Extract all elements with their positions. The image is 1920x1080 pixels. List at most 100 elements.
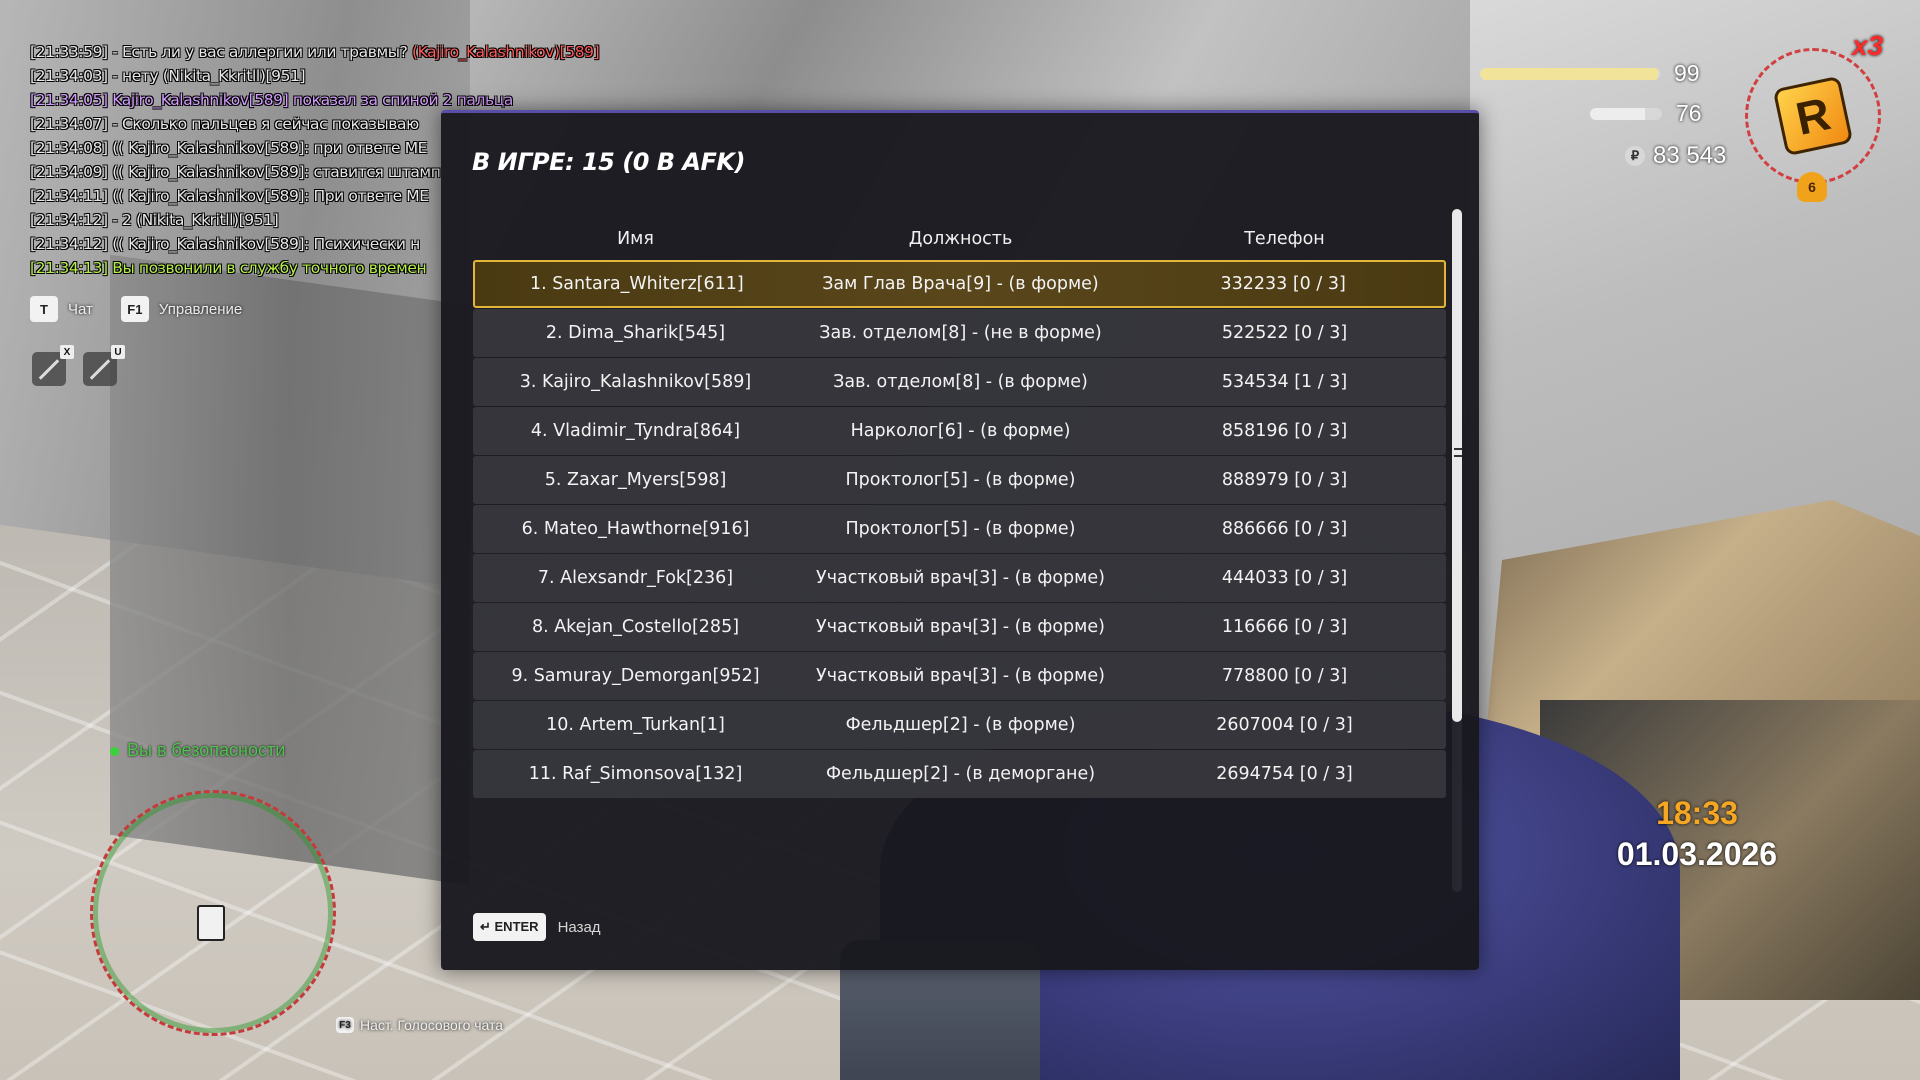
money-row: ₽ 83 543 xyxy=(1625,142,1726,170)
panel-footer: ↵ ENTER Назад xyxy=(473,913,601,941)
coin-icon: ₽ xyxy=(1625,146,1645,166)
multiplier-badge: x3 xyxy=(1852,30,1884,61)
chat-segment: [21:34:05] Kajiro_Kalashnikov[589] показ… xyxy=(30,91,513,109)
chat-segment: [21:33:59] - Есть ли у вас аллергии или … xyxy=(30,43,412,61)
member-phone: 522522 [0 / 3] xyxy=(1221,323,1348,343)
member-row[interactable]: 7. Alexsandr_Fok[236] Участковый врач[3] … xyxy=(473,554,1446,602)
enter-key-button[interactable]: ↵ ENTER xyxy=(473,913,546,941)
member-name: 7. Alexsandr_Fok[236] xyxy=(537,568,734,588)
key-hints: T Чат F1 Управление xyxy=(30,296,260,322)
member-row[interactable]: 6. Mateo_Hawthorne[916] Проктолог[5] - (в… xyxy=(473,505,1446,553)
member-row[interactable]: 5. Zaxar_Myers[598] Проктолог[5] - (в фор… xyxy=(473,456,1446,504)
member-post: Нарколог[6] - (в форме) xyxy=(850,421,1071,441)
health-bar xyxy=(1480,67,1660,80)
member-name: 2. Dima_Sharik[545] xyxy=(545,323,726,343)
member-name: 1. Santara_Whiterz[611] xyxy=(529,274,744,294)
header-post: Должность xyxy=(908,229,1013,249)
armor-bar xyxy=(1590,107,1662,120)
control-key-label: Управление xyxy=(158,300,243,318)
member-name: 10. Artem_Turkan[1] xyxy=(546,715,725,735)
member-row[interactable]: 8. Akejan_Costello[285] Участковый врач[3… xyxy=(473,603,1446,651)
chat-segment: [21:34:12] (( Kajiro_Kalashnikov[589]: П… xyxy=(30,235,420,253)
scrollbar-thumb[interactable] xyxy=(1452,209,1462,722)
member-post: Проктолог[5] - (в форме) xyxy=(845,519,1076,539)
chat-segment: [21:34:03] - нету (Nikita_Kkritll)[951] xyxy=(30,67,306,85)
chat-segment: [21:34:11] (( Kajiro_Kalashnikov[589]: П… xyxy=(30,187,429,205)
member-row[interactable]: 3. Kajiro_Kalashnikov[589] Зав. отделом[8… xyxy=(473,358,1446,406)
member-name: 4. Vladimir_Tyndra[864] xyxy=(530,421,741,441)
member-row[interactable]: 2. Dima_Sharik[545] Зав. отделом[8] - (не… xyxy=(473,309,1446,357)
voice-label: Наст. Голосового чата xyxy=(360,1017,504,1033)
clock-date: 01.03.2026 xyxy=(1616,836,1778,872)
member-phone: 778800 [0 / 3] xyxy=(1221,666,1348,686)
health-row: 99 xyxy=(1480,60,1700,87)
member-phone: 858196 [0 / 3] xyxy=(1221,421,1348,441)
mic-key: X xyxy=(60,345,74,359)
member-post: Участковый врач[3] - (в форме) xyxy=(816,617,1105,637)
online-members-panel: В ИГРЕ: 15 (0 В AFK) Имя Должность Телеф… xyxy=(441,110,1479,970)
chat-line: [21:33:59] - Есть ли у вас аллергии или … xyxy=(30,40,670,64)
chat-line: [21:34:03] - нету (Nikita_Kkritll)[951] xyxy=(30,64,670,88)
chat-line: [21:34:05] Kajiro_Kalashnikov[589] показ… xyxy=(30,88,670,112)
voice-key[interactable]: F3 xyxy=(336,1017,354,1033)
member-post: Зав. отделом[8] - (в форме) xyxy=(833,372,1088,392)
chat-segment: [21:34:08] (( Kajiro_Kalashnikov[589]: п… xyxy=(30,139,428,157)
minimap xyxy=(90,790,336,1036)
chat-segment: [21:34:13] Вы позвонили в службу точного… xyxy=(30,259,427,277)
pen-muted-icon[interactable]: U xyxy=(83,345,125,386)
header-phone: Телефон xyxy=(1244,229,1325,249)
safezone-text: Вы в безопасности xyxy=(127,740,286,760)
scrollbar-grip-icon xyxy=(1454,448,1462,457)
safezone-status: Вы в безопасности xyxy=(110,740,285,761)
member-row[interactable]: 1. Santara_Whiterz[611] Зам Глав Врача[9]… xyxy=(473,260,1446,308)
member-phone: 116666 [0 / 3] xyxy=(1221,617,1348,637)
server-logo-ring: R xyxy=(1745,48,1881,184)
voice-hint: F3 Наст. Голосового чата xyxy=(336,1017,503,1033)
header-name: Имя xyxy=(617,229,654,249)
chat-key-label: Чат xyxy=(68,300,93,318)
member-name: 9. Samuray_Demorgan[952] xyxy=(511,666,760,686)
player-marker-icon xyxy=(197,905,225,941)
pen-key: U xyxy=(111,345,125,359)
control-key[interactable]: F1 xyxy=(120,296,149,322)
member-row[interactable]: 10. Artem_Turkan[1] Фельдшер[2] - (в форм… xyxy=(473,701,1446,749)
member-post: Проктолог[5] - (в форме) xyxy=(845,470,1076,490)
member-phone: 332233 [0 / 3] xyxy=(1220,274,1346,294)
armor-value: 76 xyxy=(1676,100,1702,126)
health-value: 99 xyxy=(1674,60,1700,86)
server-logo-icon: R xyxy=(1772,75,1854,157)
mic-muted-icon[interactable]: X xyxy=(32,345,74,386)
chat-key[interactable]: T xyxy=(30,296,58,322)
armor-fill xyxy=(1590,107,1645,120)
health-fill xyxy=(1480,67,1659,80)
member-phone: 534534 [1 / 3] xyxy=(1221,372,1348,392)
members-list: 1. Santara_Whiterz[611] Зам Глав Врача[9]… xyxy=(473,256,1448,1001)
member-name: 11. Raf_Simonsova[132] xyxy=(528,764,743,784)
table-header: Имя Должность Телефон xyxy=(473,219,1446,259)
member-phone: 2694754 [0 / 3] xyxy=(1216,764,1353,784)
clock-time: 18:33 xyxy=(1656,795,1738,831)
money-value: 83 543 xyxy=(1653,142,1727,169)
member-post: Зав. отделом[8] - (не в форме) xyxy=(819,323,1102,343)
member-phone: 886666 [0 / 3] xyxy=(1221,519,1348,539)
member-row[interactable]: 9. Samuray_Demorgan[952] Участковый врач[… xyxy=(473,652,1446,700)
chat-segment: [21:34:07] - Сколько пальцев я сейчас по… xyxy=(30,115,419,133)
chat-segment: (Kajiro_Kalashnikov)[589] xyxy=(411,43,600,61)
member-post: Участковый врач[3] - (в форме) xyxy=(816,568,1105,588)
bell-icon: 6 xyxy=(1797,172,1827,202)
member-row[interactable]: 4. Vladimir_Tyndra[864] Нарколог[6] - (в … xyxy=(473,407,1446,455)
member-row[interactable]: 11. Raf_Simonsova[132] Фельдшер[2] - (в д… xyxy=(473,750,1446,798)
scene-door xyxy=(110,254,470,886)
member-name: 3. Kajiro_Kalashnikov[589] xyxy=(519,372,752,392)
member-phone: 2607004 [0 / 3] xyxy=(1216,715,1353,735)
member-phone: 444033 [0 / 3] xyxy=(1221,568,1348,588)
member-name: 5. Zaxar_Myers[598] xyxy=(544,470,727,490)
safezone-dot-icon xyxy=(110,746,119,756)
member-name: 6. Mateo_Hawthorne[916] xyxy=(521,519,750,539)
back-label[interactable]: Назад xyxy=(558,919,601,936)
chat-segment: [21:34:12] - 2 (Nikita_Kkritll)[951] xyxy=(30,211,279,229)
game-clock: 18:33 01.03.2026 xyxy=(1612,795,1782,873)
tool-icons: X U xyxy=(32,345,125,386)
member-name: 8. Akejan_Costello[285] xyxy=(531,617,740,637)
panel-title: В ИГРЕ: 15 (0 В AFK) xyxy=(472,148,745,176)
